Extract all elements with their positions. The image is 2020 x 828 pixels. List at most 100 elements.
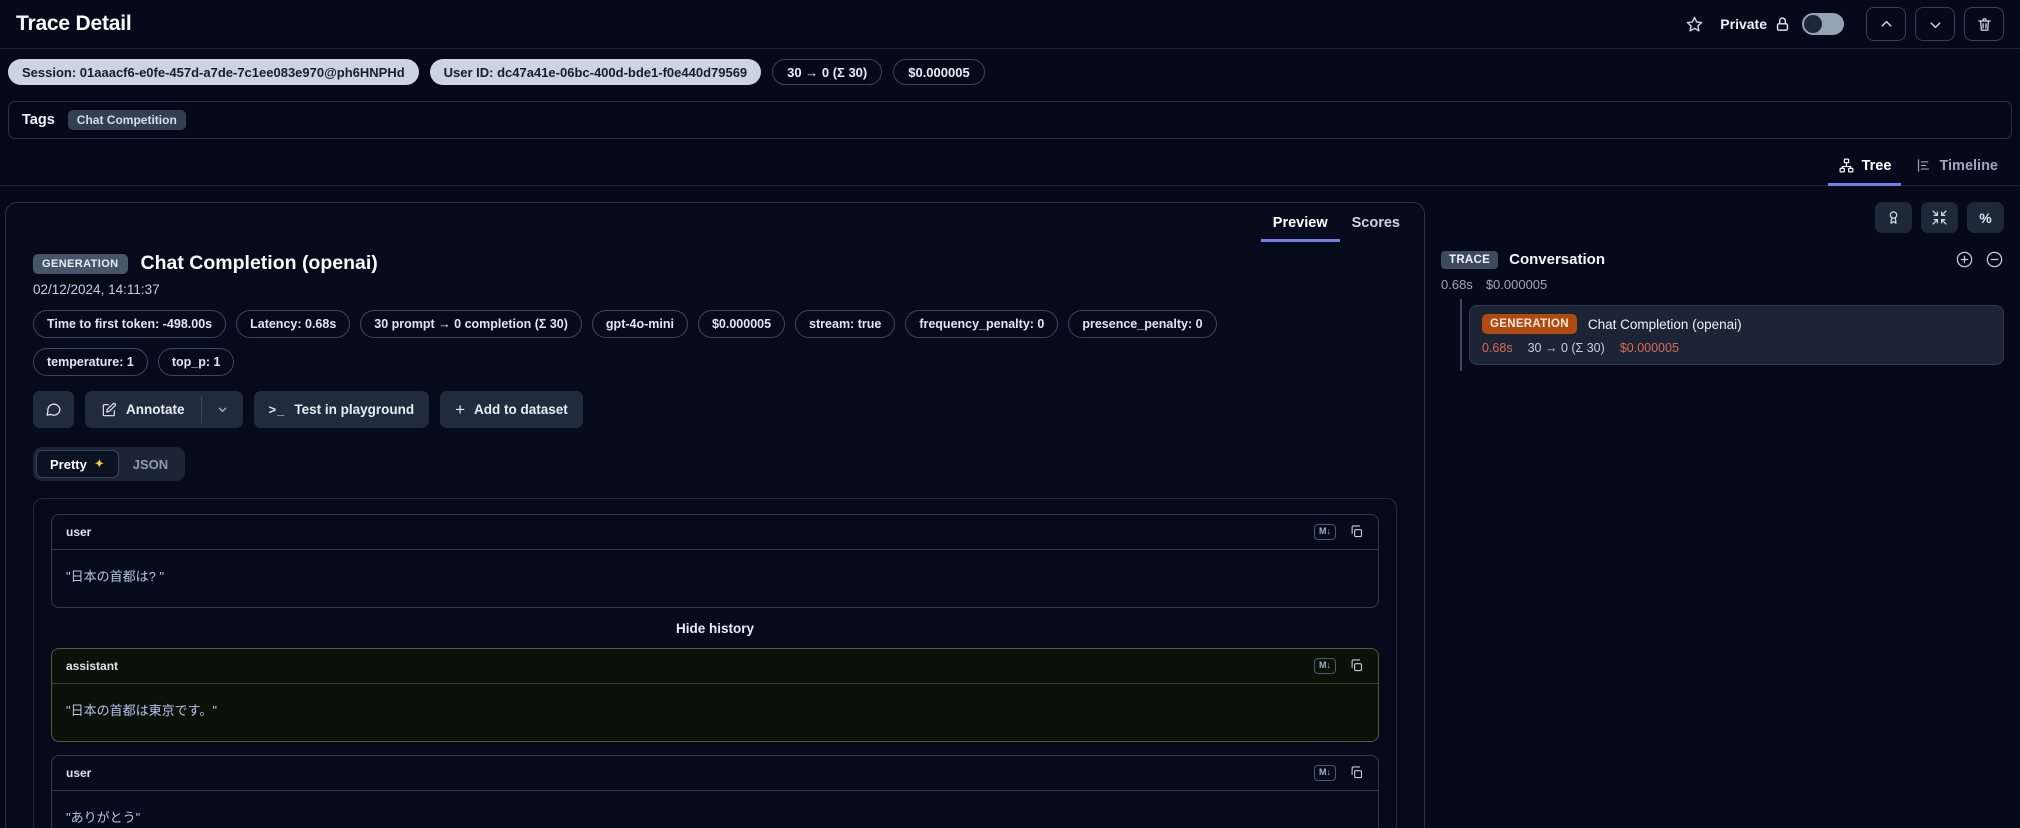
message-card-user-2: user M↓ "ありがとう" (51, 754, 1379, 828)
message-header: user M↓ (52, 756, 1378, 791)
star-icon (1685, 15, 1704, 34)
message-card-user-1: user M↓ "日本の首都は? " (51, 514, 1379, 608)
privacy-label: Private (1720, 16, 1767, 32)
page-header: Trace Detail Private (0, 0, 2020, 48)
shrink-icon (1931, 209, 1948, 226)
badge-model[interactable]: gpt-4o-mini (591, 310, 688, 338)
privacy-toggle[interactable] (1802, 13, 1844, 35)
add-to-dataset-button[interactable]: + Add to dataset (440, 391, 583, 428)
plus-icon: + (455, 400, 466, 419)
tags-label: Tags (22, 112, 55, 128)
pretty-label: Pretty (50, 456, 87, 472)
format-json-button[interactable]: JSON (119, 450, 182, 478)
format-toggle: Pretty ✦ JSON (33, 447, 186, 481)
collapse-all-button[interactable] (1921, 202, 1958, 233)
badge-temperature: temperature: 1 (33, 348, 148, 376)
session-badge[interactable]: Session: 01aaacf6-e0fe-457d-a7de-7c1ee08… (8, 59, 419, 85)
tab-scores[interactable]: Scores (1340, 205, 1412, 242)
observation-timestamp: 02/12/2024, 14:11:37 (33, 282, 160, 297)
trace-latency: 0.68s (1441, 277, 1473, 292)
badge-token-breakdown: 30 prompt → 0 completion (Σ 30) (360, 310, 582, 338)
message-header: user M↓ (52, 515, 1378, 550)
terminal-icon: >_ (268, 402, 286, 417)
badge-time-to-first-token: Time to first token: -498.00s (33, 310, 227, 338)
trace-tree-panel: % TRACE Conversation 0.68s $0.000005 GEN… (1441, 202, 2012, 371)
panel-tabs: Preview Scores (6, 203, 1424, 242)
copy-icon[interactable] (1349, 658, 1364, 673)
badge-cost: $0.000005 (697, 310, 786, 338)
content-area: Preview Scores GENERATION Chat Completio… (0, 186, 2020, 828)
tree-toolbar: % (1441, 202, 2004, 233)
tab-timeline-label: Timeline (1939, 157, 1998, 174)
tab-timeline[interactable]: Timeline (1905, 151, 2008, 186)
badge-frequency-penalty: frequency_penalty: 0 (905, 310, 1059, 338)
collapse-node-button[interactable] (1985, 250, 2004, 269)
markdown-toggle-icon[interactable]: M↓ (1314, 657, 1336, 674)
observation-panel: Preview Scores GENERATION Chat Completio… (5, 202, 1425, 828)
comments-button[interactable] (33, 391, 74, 428)
copy-icon[interactable] (1349, 765, 1364, 780)
tags-box: Tags Chat Competition (8, 101, 2012, 139)
page-title: Trace Detail (16, 12, 132, 35)
markdown-toggle-icon[interactable]: M↓ (1314, 524, 1336, 540)
award-icon (1885, 209, 1902, 226)
message-card-assistant: assistant M↓ "日本の首都は東京です。" (51, 647, 1379, 742)
annotate-button[interactable]: Annotate (85, 391, 201, 428)
format-pretty-button[interactable]: Pretty ✦ (36, 450, 119, 478)
badge-stream: stream: true (795, 310, 896, 338)
metrics-percent-button[interactable]: % (1967, 202, 2004, 233)
node-metrics: 0.68s 30 → 0 (Σ 30) $0.000005 (1482, 341, 1991, 355)
trace-meta-row: Session: 01aaacf6-e0fe-457d-a7de-7c1ee08… (0, 49, 2020, 95)
message-role: assistant (66, 658, 119, 673)
previous-trace-button[interactable] (1866, 7, 1906, 41)
observation-header: GENERATION Chat Completion (openai) 02/1… (6, 242, 1424, 297)
trace-cost: $0.000005 (1485, 277, 1548, 292)
annotate-label: Annotate (126, 402, 185, 417)
annotate-split-button: Annotate (85, 391, 243, 428)
next-trace-button[interactable] (1915, 7, 1955, 41)
hide-history-button[interactable]: Hide history (51, 608, 1379, 648)
annotate-dropdown-button[interactable] (202, 391, 243, 428)
node-title: Chat Completion (openai) (1587, 316, 1742, 332)
json-label: JSON (132, 456, 169, 472)
markdown-toggle-icon[interactable]: M↓ (1314, 764, 1336, 781)
edit-pencil-icon (101, 402, 117, 418)
playground-label: Test in playground (294, 402, 415, 417)
scores-award-button[interactable] (1875, 202, 1912, 233)
comment-bubble-icon (45, 401, 62, 418)
expand-all-button[interactable] (1955, 250, 1974, 269)
sparkles-icon: ✦ (93, 456, 105, 471)
tab-preview[interactable]: Preview (1260, 205, 1340, 242)
tree-icon (1838, 157, 1855, 174)
message-role: user (66, 524, 92, 539)
percent-icon: % (1979, 209, 1992, 226)
tag-chip[interactable]: Chat Competition (67, 110, 186, 130)
message-gap (51, 742, 1379, 755)
badge-latency: Latency: 0.68s (236, 310, 351, 338)
circle-minus-icon (1985, 250, 2004, 269)
tree-connector-line (1460, 299, 1462, 371)
chevron-up-icon (1878, 16, 1895, 33)
add-to-dataset-label: Add to dataset (474, 402, 568, 417)
copy-icon[interactable] (1349, 524, 1364, 539)
bookmark-star-button[interactable] (1683, 13, 1706, 36)
chevron-down-icon (215, 402, 230, 417)
privacy-group: Private (1720, 13, 1844, 35)
generation-tree-node[interactable]: GENERATION Chat Completion (openai) 0.68… (1469, 305, 2004, 365)
tree-node-row: GENERATION Chat Completion (openai) 0.68… (1441, 299, 2004, 371)
generation-type-badge: GENERATION (33, 253, 128, 274)
delete-trace-button[interactable] (1964, 7, 2004, 41)
message-content: "日本の首都は? " (66, 568, 165, 584)
badge-top-p: top_p: 1 (157, 348, 235, 376)
message-content: "ありがとう" (66, 809, 141, 825)
messages-container: user M↓ "日本の首都は? " Hide history assistan… (33, 498, 1397, 828)
tab-tree[interactable]: Tree (1827, 151, 1902, 186)
user-id-badge[interactable]: User ID: dc47a41e-06bc-400d-bde1-f0e440d… (429, 59, 762, 85)
node-tokens: 30 → 0 (Σ 30) (1527, 341, 1605, 355)
node-cost: $0.000005 (1619, 341, 1679, 355)
message-role: user (66, 765, 92, 780)
message-content: "日本の首都は東京です。" (66, 702, 217, 718)
test-in-playground-button[interactable]: >_ Test in playground (253, 391, 430, 428)
trace-root-row[interactable]: TRACE Conversation (1441, 250, 2004, 269)
circle-plus-icon (1955, 250, 1974, 269)
